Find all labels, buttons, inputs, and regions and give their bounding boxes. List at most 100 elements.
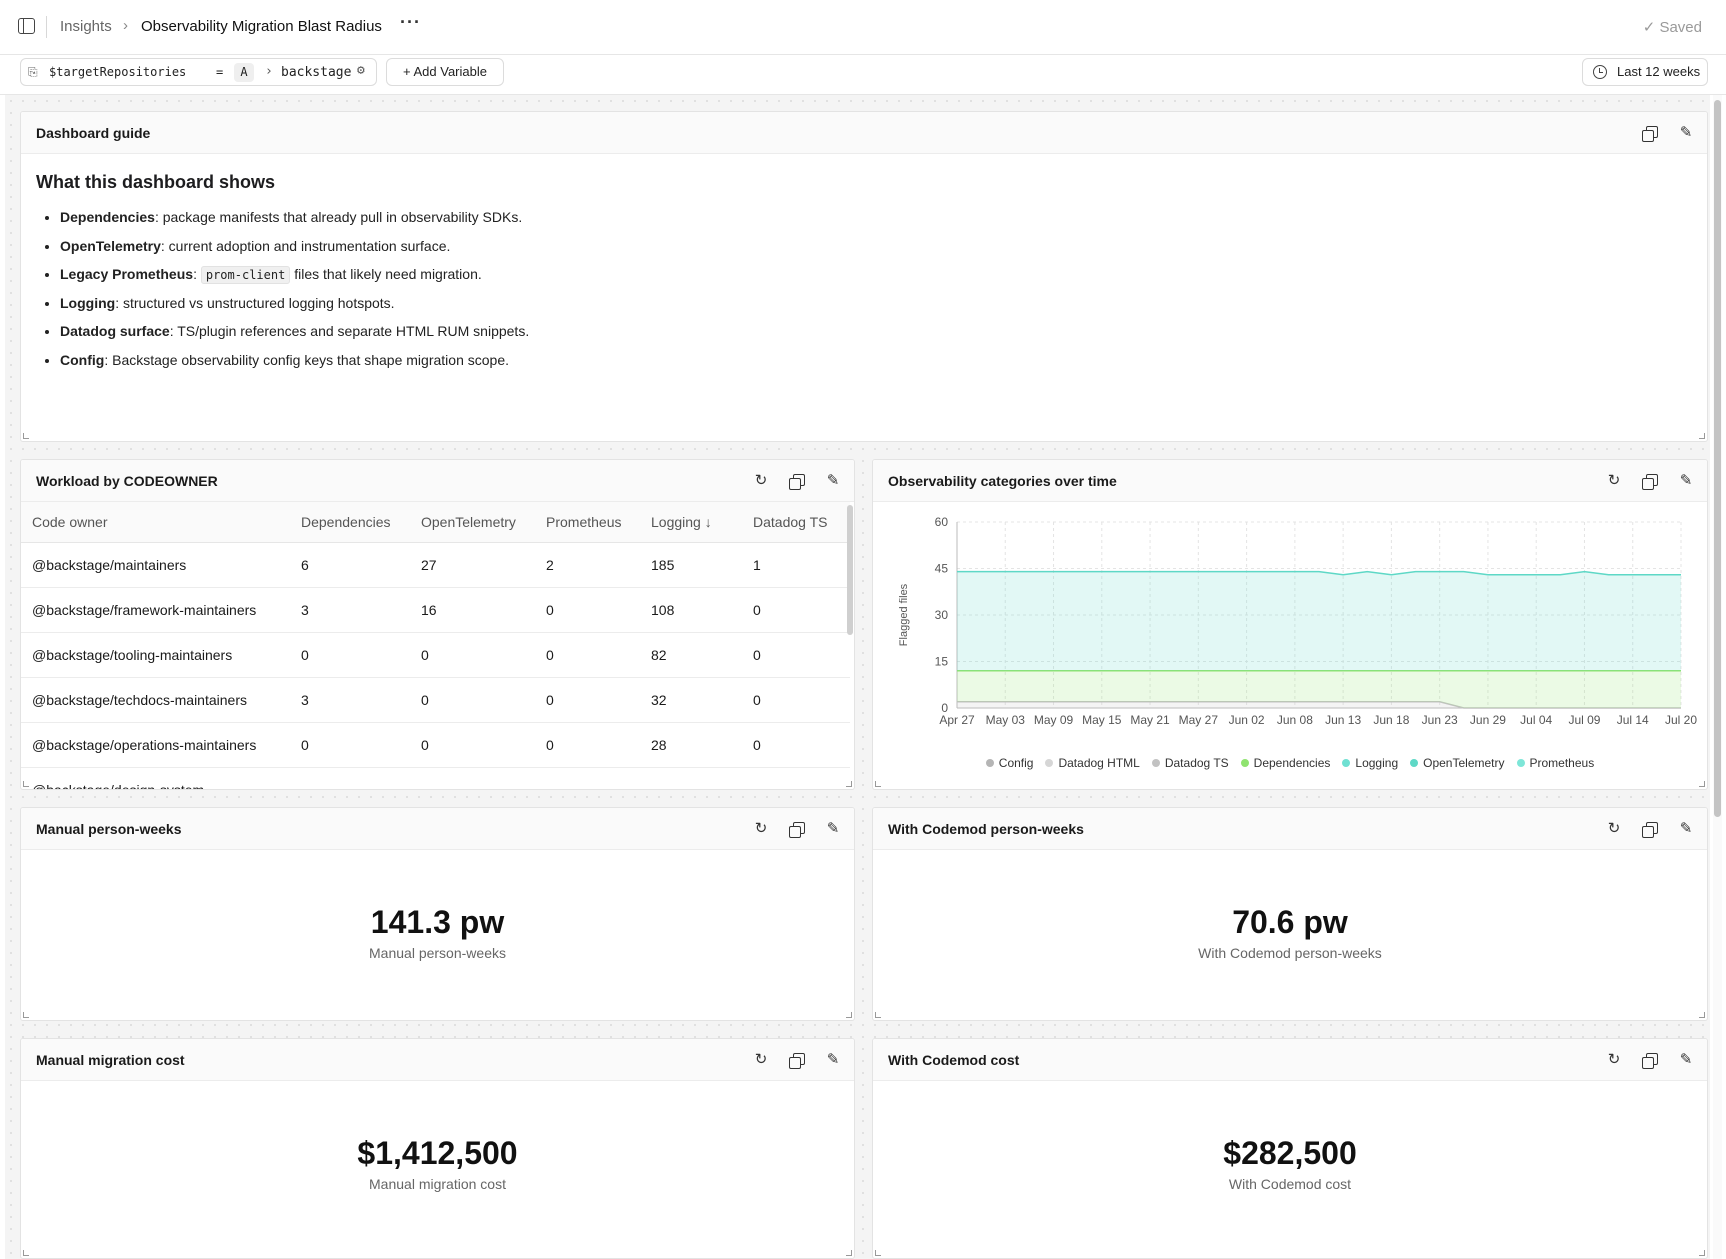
legend-item[interactable]: Dependencies [1240,756,1330,770]
column-header[interactable]: Prometheus [546,502,651,543]
legend-item[interactable]: Datadog HTML [1045,756,1140,770]
resize-handle[interactable] [875,1250,881,1256]
resize-handle[interactable] [1699,1012,1705,1018]
edit-icon[interactable]: ✎ [824,472,842,490]
resize-handle[interactable] [846,1012,852,1018]
gear-icon[interactable]: ⚙ [357,63,365,78]
stat-value: 141.3 pw [370,904,505,940]
duplicate-icon[interactable] [1641,472,1659,490]
refresh-icon[interactable]: ↻ [752,1051,770,1069]
table-row[interactable]: @backstage/framework-maintainers 3 16 0 108 0 [21,587,850,633]
duplicate-icon[interactable] [788,472,806,490]
legend-item[interactable]: Prometheus [1516,756,1594,770]
card-title: Dashboard guide [36,125,151,141]
workload-card: Workload by CODEOWNER ↻ ✎ Code owner Dep… [20,459,855,790]
legend-dot-icon [1151,759,1160,767]
table-row[interactable]: @backstage/tooling-maintainers 0 0 0 82 0 [21,632,850,678]
resize-handle[interactable] [1699,1250,1705,1256]
x-tick-label: Jun 13 [1325,713,1361,727]
y-axis-label: Flagged files [898,583,910,646]
chart-card: Observability categories over time ↻ ✎ 0… [872,459,1708,790]
resize-handle[interactable] [23,1012,29,1018]
more-options-button[interactable]: ··· [400,12,421,33]
duplicate-icon[interactable] [1641,124,1659,142]
refresh-icon[interactable]: ↻ [1605,1051,1623,1069]
legend-item[interactable]: Config [985,756,1034,770]
dashboard-guide-card: Dashboard guide ✎ What this dashboard sh… [20,111,1708,442]
x-tick-label: Jul 20 [1665,713,1697,727]
legend-item[interactable]: Logging [1342,756,1398,770]
chevron-right-icon: › [123,17,128,34]
edit-icon[interactable]: ✎ [1677,472,1695,490]
table-scrollbar[interactable] [847,505,853,635]
card-header: With Codemod person-weeks ↻ ✎ [873,808,1707,850]
x-tick-label: Jun 29 [1470,713,1506,727]
duplicate-icon[interactable] [1641,1051,1659,1069]
edit-icon[interactable]: ✎ [1677,820,1695,838]
add-variable-button[interactable]: + Add Variable [386,58,504,86]
card-title: With Codemod person-weeks [888,821,1084,837]
legend-item[interactable]: OpenTelemetry [1410,756,1505,770]
stat-card: With Codemod person-weeks ↻ ✎ 70.6 pw Wi… [872,807,1708,1021]
inline-code: prom-client [200,266,291,284]
sidebar-toggle-icon[interactable] [18,18,35,34]
variable-chip[interactable]: ⎘ $targetRepositories = A › backstage ⚙ [20,58,377,86]
y-tick-label: 30 [935,608,949,622]
list-item: Datadog surface: TS/plugin references an… [60,323,529,352]
breadcrumb-insights[interactable]: Insights [60,18,112,35]
resize-handle[interactable] [875,1012,881,1018]
card-actions: ↻ ✎ [752,820,842,838]
column-header[interactable]: OpenTelemetry [421,502,546,543]
edit-icon[interactable]: ✎ [824,820,842,838]
edit-icon[interactable]: ✎ [824,1051,842,1069]
resize-handle[interactable] [23,781,29,787]
refresh-icon[interactable]: ↻ [752,472,770,490]
edit-icon[interactable]: ✎ [1677,1051,1695,1069]
legend-dot-icon [1342,759,1351,767]
page-title[interactable]: Observability Migration Blast Radius [141,18,382,35]
resize-handle[interactable] [23,1250,29,1256]
column-header[interactable]: Dependencies [301,502,421,543]
variable-operator: = [216,65,224,79]
x-tick-label: Apr 27 [939,713,975,727]
table-row[interactable]: @backstage/techdocs-maintainers 3 0 0 32 0 [21,677,850,723]
column-header[interactable]: Logging ↓ [651,502,753,543]
area-chart[interactable]: 015304560Apr 27 May 03 May 09 May 15 May 21 M… [873,502,1708,752]
x-tick-label: May 21 [1130,713,1170,727]
duplicate-icon[interactable] [788,820,806,838]
table-row[interactable]: @backstage/design-system [21,767,850,789]
table-row[interactable]: @backstage/operations-maintainers 0 0 0 28 0 [21,722,850,768]
stat-value: 70.6 pw [1232,904,1348,940]
guide-body: What this dashboard shows Dependencies: … [36,172,529,380]
refresh-icon[interactable]: ↻ [1605,820,1623,838]
duplicate-icon[interactable] [1641,820,1659,838]
resize-handle[interactable] [1699,781,1705,787]
resize-handle[interactable] [875,781,881,787]
resize-handle[interactable] [23,433,29,439]
table-row[interactable]: @backstage/maintainers 6 27 2 185 1 [21,542,850,588]
legend-label: OpenTelemetry [1423,756,1505,770]
resize-handle[interactable] [1699,433,1705,439]
resize-handle[interactable] [846,1250,852,1256]
resize-handle[interactable] [846,781,852,787]
time-range-button[interactable]: Last 12 weeks [1582,58,1708,86]
edit-icon[interactable]: ✎ [1677,124,1695,142]
chart-legend: Config Datadog HTML Datadog TS Dependencies… [873,756,1707,770]
y-tick-label: 60 [935,515,949,529]
list-item: Legacy Prometheus: prom-client files tha… [60,266,529,295]
variable-mode-badge[interactable]: A [234,63,254,82]
column-header[interactable]: Datadog TS [753,502,850,543]
column-header[interactable]: Code owner [21,502,301,543]
duplicate-icon[interactable] [788,1051,806,1069]
legend-dot-icon [1410,759,1419,767]
card-actions: ✎ [1641,124,1695,142]
refresh-icon[interactable]: ↻ [1605,472,1623,490]
chevron-right-icon: › [265,64,273,79]
legend-item[interactable]: Datadog TS [1151,756,1229,770]
page-scrollbar-thumb[interactable] [1714,100,1721,817]
legend-label: Logging [1355,756,1399,770]
card-title: With Codemod cost [888,1052,1020,1068]
variable-value[interactable]: backstage [281,65,351,80]
legend-label: Config [998,756,1034,770]
refresh-icon[interactable]: ↻ [752,820,770,838]
